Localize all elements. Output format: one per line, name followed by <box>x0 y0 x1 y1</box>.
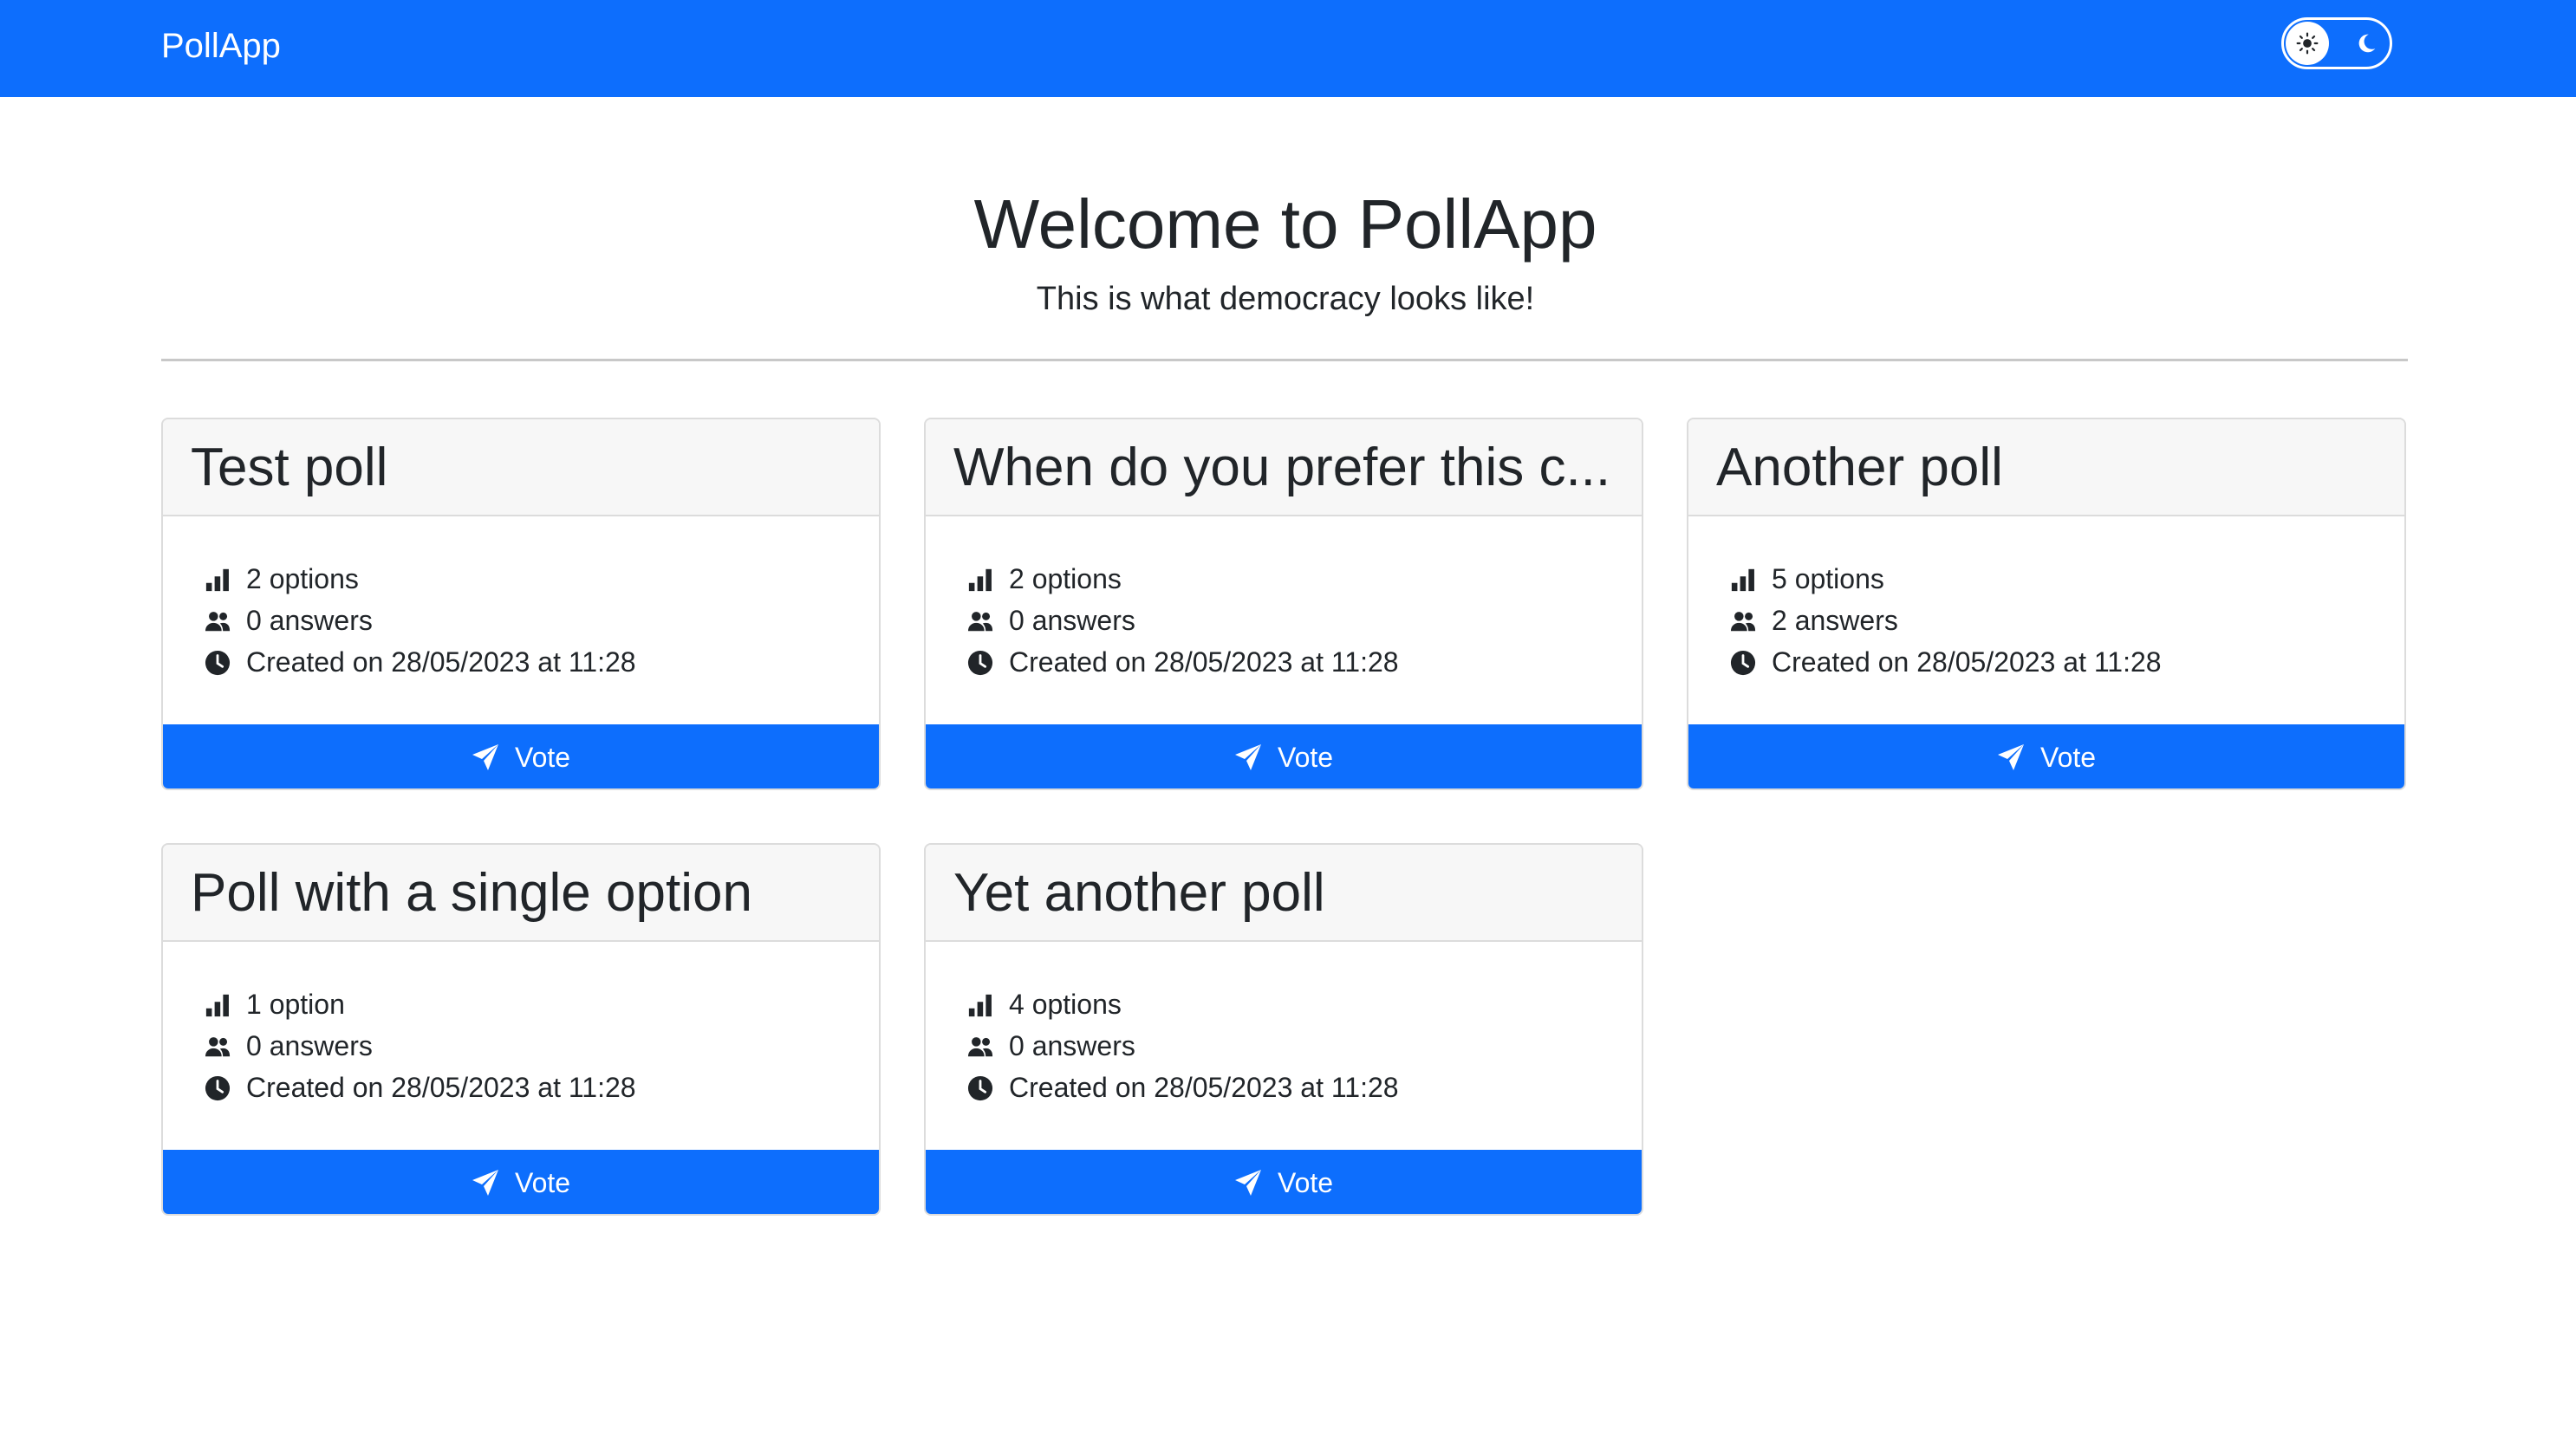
poll-title: Yet another poll <box>953 863 1325 923</box>
users-icon <box>967 1037 993 1057</box>
page-title: Welcome to PollApp <box>973 185 1597 263</box>
vote-button[interactable]: Vote <box>926 724 1642 788</box>
poll-card-header: Another poll <box>1688 419 2404 516</box>
clock-icon <box>967 650 993 676</box>
vote-button[interactable]: Vote <box>926 1150 1642 1214</box>
users-icon <box>1730 612 1756 632</box>
poll-title: Test poll <box>191 438 388 497</box>
clock-icon <box>967 1075 993 1101</box>
poll-card-header: When do you prefer this c... <box>926 419 1642 516</box>
navbar: PollApp <box>0 0 2576 97</box>
clock-icon <box>1730 650 1756 676</box>
poll-card-header: Poll with a single option <box>163 845 879 942</box>
bar-chart-icon <box>205 994 229 1017</box>
sun-icon <box>2296 32 2319 55</box>
bar-chart-icon <box>968 994 992 1017</box>
vote-button[interactable]: Vote <box>163 1150 879 1214</box>
brand-logo[interactable]: PollApp <box>161 24 281 68</box>
poll-card: Test poll 2 options 0 answers Created on… <box>161 418 881 790</box>
poll-card: Yet another poll 4 options 0 answers Cre… <box>924 843 1643 1216</box>
poll-title: When do you prefer this c... <box>953 438 1611 497</box>
users-icon <box>205 1037 231 1057</box>
send-icon <box>1235 744 1261 770</box>
users-icon <box>967 612 993 632</box>
users-icon <box>205 612 231 632</box>
page-subtitle: This is what democracy looks like! <box>1036 281 1535 317</box>
bar-chart-icon <box>968 568 992 592</box>
divider <box>161 359 2408 361</box>
poll-title: Poll with a single option <box>191 863 752 923</box>
vote-button[interactable]: Vote <box>163 724 879 788</box>
bar-chart-icon <box>1731 568 1754 592</box>
poll-card: Poll with a single option 1 option 0 ans… <box>161 843 881 1216</box>
send-icon <box>472 1170 498 1196</box>
poll-card-header: Test poll <box>163 419 879 516</box>
poll-card: Another poll 5 options 2 answers Created… <box>1687 418 2406 790</box>
moon-icon <box>2358 34 2376 53</box>
poll-card-header: Yet another poll <box>926 845 1642 942</box>
poll-card: When do you prefer this c... 2 options 0… <box>924 418 1643 790</box>
theme-toggle[interactable] <box>2281 17 2392 69</box>
clock-icon <box>205 650 231 676</box>
clock-icon <box>205 1075 231 1101</box>
send-icon <box>472 744 498 770</box>
vote-button[interactable]: Vote <box>1688 724 2404 788</box>
bar-chart-icon <box>205 568 229 592</box>
send-icon <box>1235 1170 1261 1196</box>
send-icon <box>1998 744 2024 770</box>
poll-title: Another poll <box>1716 438 2003 497</box>
toggle-knob <box>2286 22 2329 65</box>
